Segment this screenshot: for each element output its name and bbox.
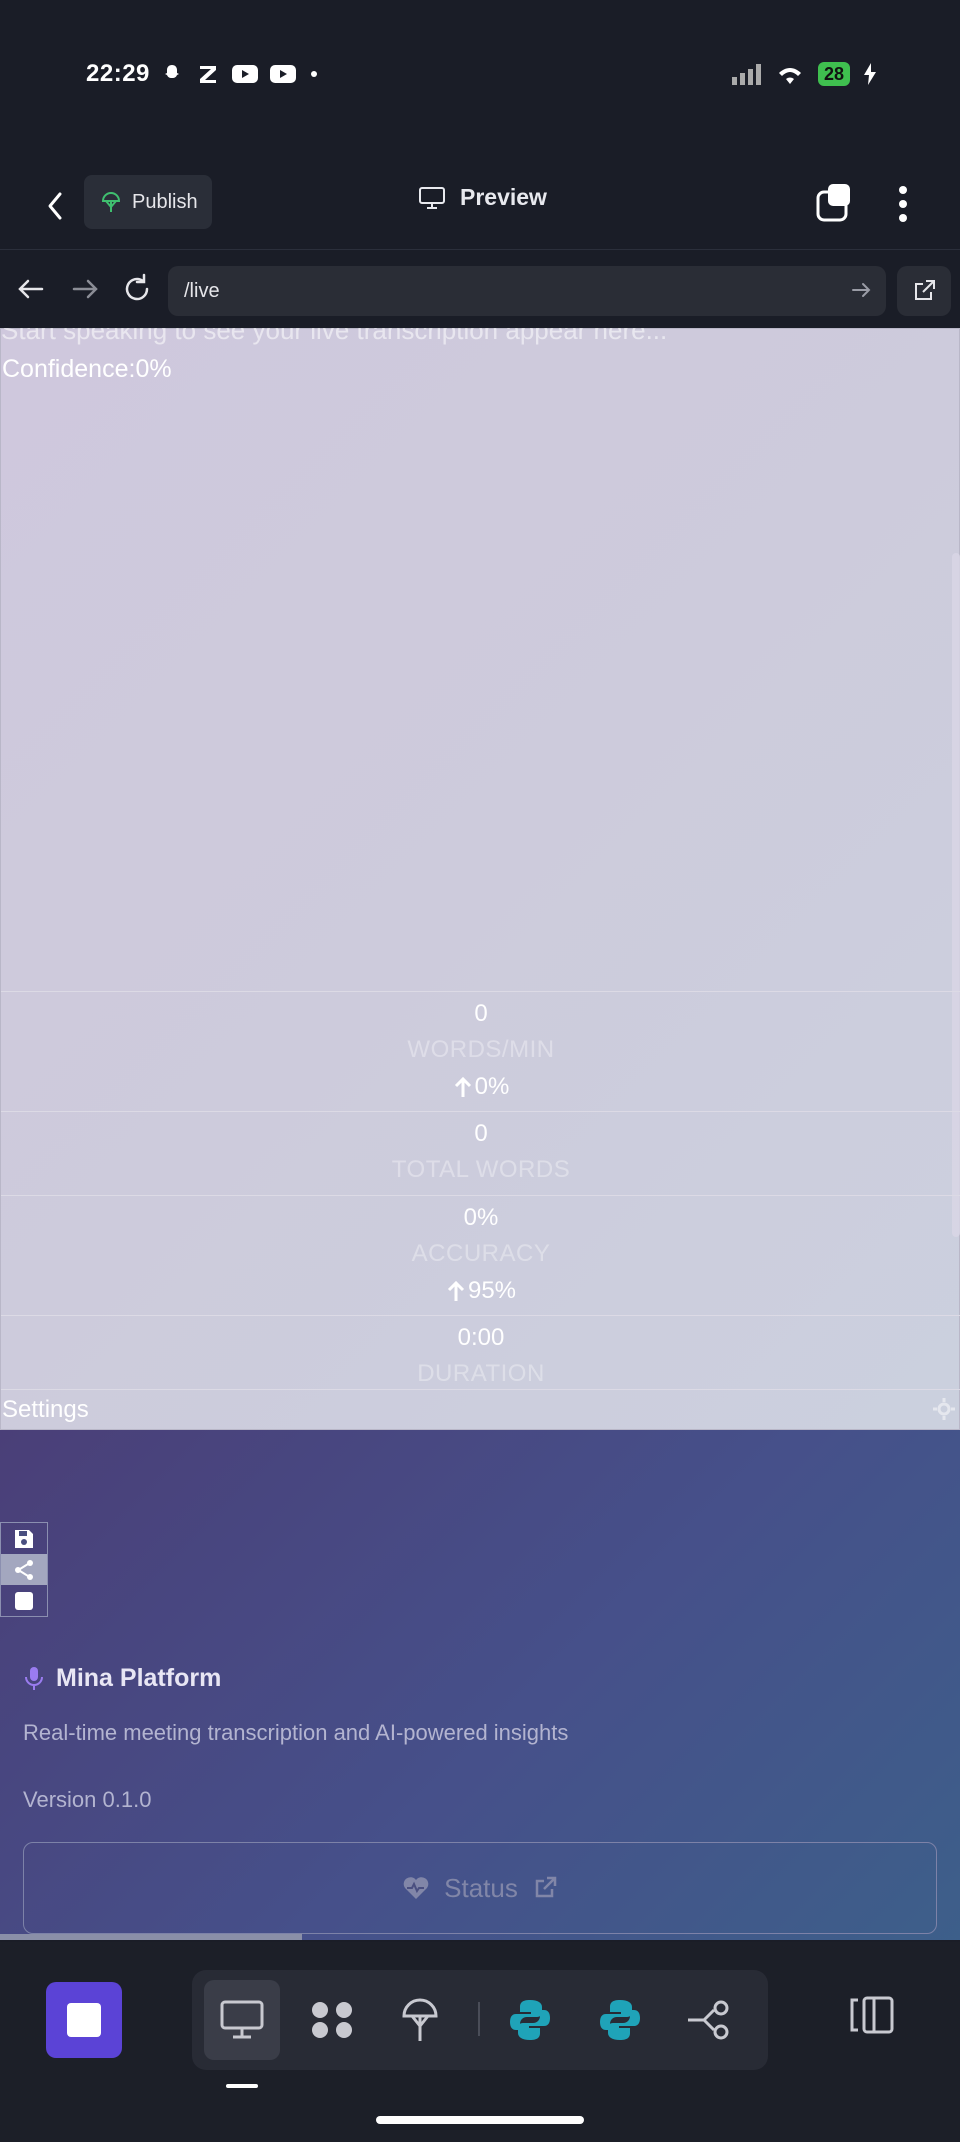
- publish-label: Publish: [132, 190, 198, 213]
- save-icon: [15, 1529, 33, 1548]
- transcription-hint: Start speaking to see your live transcri…: [1, 328, 668, 345]
- nav-back-arrow-icon[interactable]: [14, 272, 48, 306]
- tool-dock: [192, 1970, 768, 2070]
- share-button[interactable]: [1, 1554, 47, 1585]
- stat-label: TOTAL WORDS: [391, 1156, 571, 1183]
- stop-button[interactable]: [1, 1585, 47, 1616]
- go-arrow-icon[interactable]: [850, 279, 872, 301]
- stat-words-per-min: 0 WORDS/MIN 0%: [1, 991, 960, 1111]
- youtube-icon: [270, 65, 296, 83]
- open-external-button[interactable]: [897, 266, 951, 316]
- stop-icon: [15, 1591, 33, 1610]
- floating-tools: [0, 1522, 48, 1617]
- version-text: Version 0.1.0: [23, 1787, 152, 1812]
- stop-icon: [67, 2003, 101, 2037]
- publish-icon: [101, 191, 121, 212]
- refresh-icon[interactable]: [120, 272, 154, 306]
- heart-pulse-icon: [403, 1877, 429, 1899]
- python-icon: [510, 2000, 550, 2040]
- settings-row[interactable]: Settings: [1, 1389, 960, 1431]
- side-panel-icon[interactable]: [848, 1994, 896, 2036]
- dock-separator: [478, 2002, 480, 2036]
- stat-value: 0: [474, 1120, 488, 1147]
- workflows-icon: [312, 2002, 352, 2038]
- status-link-button[interactable]: Status: [23, 1842, 937, 1934]
- dock-workflows-button[interactable]: [294, 1980, 370, 2060]
- stats-list: 0 WORDS/MIN 0% 0 TOTAL WORDS 0% ACCURACY…: [1, 991, 960, 1399]
- deploy-icon: [402, 1998, 438, 2041]
- microphone-icon: [25, 1666, 43, 1690]
- editor-toolbar: Publish Preview: [0, 160, 960, 250]
- brand: Mina Platform: [24, 1664, 221, 1693]
- gear-icon[interactable]: [931, 1396, 957, 1422]
- preview-toggle[interactable]: Preview: [418, 184, 547, 211]
- app-footer: Mina Platform Real-time meeting transcri…: [0, 1430, 960, 1940]
- z-app-icon: [200, 66, 216, 83]
- dock-python-button-2[interactable]: [582, 1980, 658, 2060]
- dock-python-button[interactable]: [492, 1980, 568, 2060]
- dot-icon: [311, 71, 317, 77]
- stat-label: DURATION: [417, 1360, 545, 1387]
- preview-viewport[interactable]: Start speaking to see your live transcri…: [0, 328, 960, 1940]
- home-indicator[interactable]: [376, 2116, 584, 2124]
- stat-duration: 0:00 DURATION: [1, 1315, 960, 1399]
- active-dock-indicator: [226, 2084, 258, 2088]
- arrow-up-icon: [447, 1280, 465, 1301]
- git-branch-icon: [688, 2000, 729, 2040]
- confidence-readout: Confidence: 0%: [2, 355, 172, 384]
- live-panel: Start speaking to see your live transcri…: [0, 328, 960, 1430]
- system-icons: 28: [731, 62, 876, 86]
- external-link-icon: [535, 1876, 557, 1898]
- tagline: Real-time meeting transcription and AI-p…: [23, 1720, 569, 1745]
- arrow-up-icon: [454, 1076, 471, 1097]
- notification-icons: [160, 62, 320, 86]
- stat-trend: 0%: [1, 1069, 960, 1105]
- stat-trend: 95%: [1, 1273, 960, 1309]
- status-label: Status: [444, 1872, 518, 1903]
- settings-label: Settings: [2, 1396, 89, 1423]
- confidence-label: Confidence:: [2, 355, 136, 383]
- dock-deploy-button[interactable]: [382, 1980, 458, 2060]
- confidence-value: 0%: [135, 355, 172, 383]
- stat-value: 0%: [463, 1204, 499, 1231]
- url-field[interactable]: /live: [168, 266, 886, 316]
- dock-git-button[interactable]: [670, 1980, 746, 2060]
- charging-icon: [864, 63, 876, 85]
- publish-button[interactable]: Publish: [84, 175, 212, 229]
- youtube-icon: [232, 65, 258, 83]
- share-icon: [15, 1559, 33, 1580]
- stat-accuracy: 0% ACCURACY 95%: [1, 1195, 960, 1315]
- clock: 22:29: [86, 60, 150, 87]
- save-button[interactable]: [1, 1523, 47, 1554]
- external-link-icon: [915, 280, 935, 300]
- stat-trend-value: 0%: [474, 1073, 510, 1100]
- brand-name: Mina Platform: [56, 1664, 222, 1692]
- url-text: /live: [184, 279, 220, 302]
- stop-run-button[interactable]: [46, 1982, 122, 2058]
- battery-level: 28: [817, 62, 850, 86]
- wifi-icon: [778, 68, 801, 84]
- python-icon: [600, 2000, 640, 2040]
- tabs-icon[interactable]: [814, 182, 858, 226]
- dock-preview-button[interactable]: [204, 1980, 280, 2060]
- stat-label: WORDS/MIN: [407, 1036, 555, 1063]
- stat-label: ACCURACY: [411, 1240, 551, 1267]
- signal-icon: [731, 64, 761, 85]
- horizontal-scrollbar[interactable]: [0, 1934, 302, 1940]
- more-vertical-icon[interactable]: [888, 182, 918, 226]
- monitor-icon: [220, 2000, 264, 2039]
- back-chevron-icon[interactable]: [40, 186, 72, 226]
- preview-label: Preview: [460, 184, 547, 210]
- stat-value: 0:00: [457, 1324, 505, 1351]
- status-bar: 22:29 28: [0, 0, 960, 150]
- monitor-icon: [419, 186, 445, 209]
- stat-value: 0: [474, 1000, 488, 1027]
- browser-url-row: /live: [0, 252, 960, 328]
- snapchat-icon: [165, 65, 179, 78]
- bottom-bar: [0, 1942, 960, 2142]
- stat-trend-value: 95%: [467, 1277, 517, 1304]
- nav-forward-arrow-icon[interactable]: [68, 272, 102, 306]
- stat-total-words: 0 TOTAL WORDS: [1, 1111, 960, 1195]
